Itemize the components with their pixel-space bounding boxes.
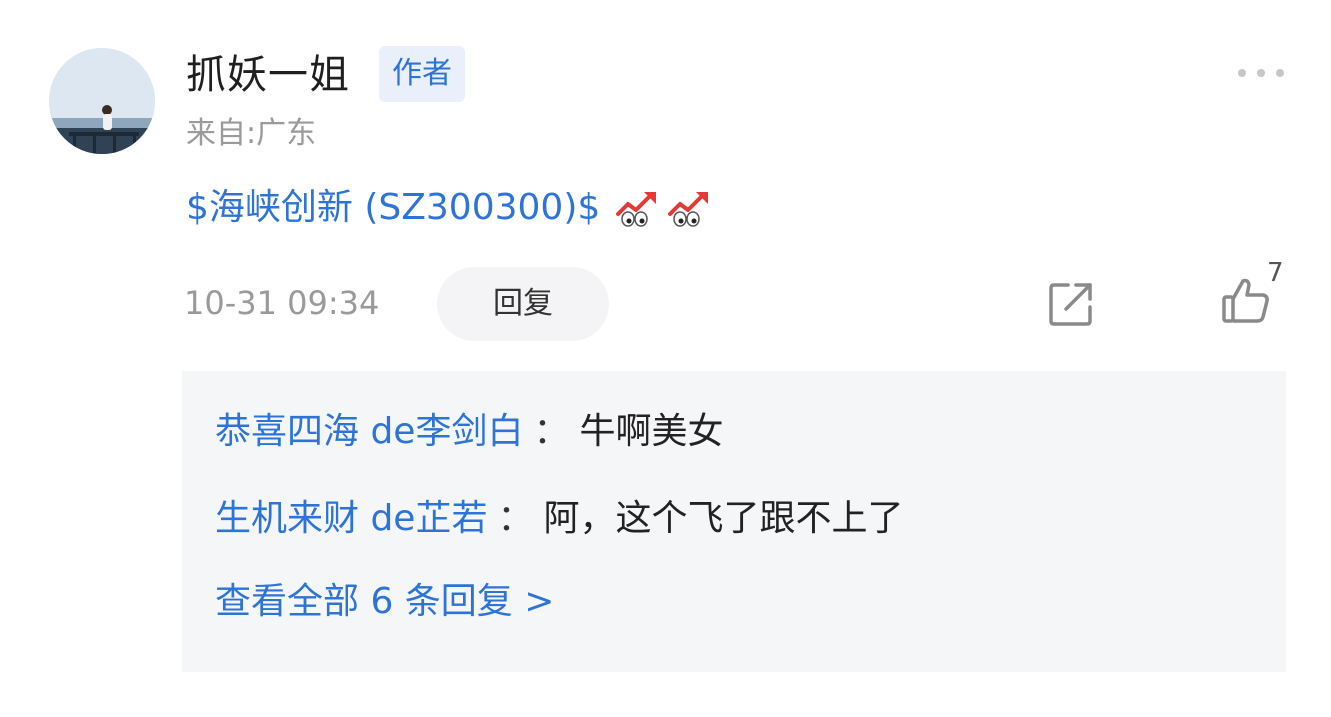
more-dots-icon[interactable]	[1236, 63, 1286, 83]
username[interactable]: 抓妖一姐	[186, 50, 350, 100]
emoji-group	[614, 188, 712, 228]
replies-panel: 恭喜四海 de李剑白：牛啊美女 生机来财 de芷若：阿，这个飞了跟不上了 查看全…	[182, 371, 1286, 672]
reply-text: 阿，这个飞了跟不上了	[543, 498, 904, 539]
reply-separator: ：	[497, 498, 534, 539]
reply-author[interactable]: 恭喜四海 de李剑白	[215, 411, 523, 452]
stock-link[interactable]: $海峡创新 (SZ300300)$	[186, 183, 600, 233]
avatar-image	[49, 48, 155, 154]
reply-author[interactable]: 生机来财 de芷若	[215, 498, 487, 539]
reply-item[interactable]: 恭喜四海 de李剑白：牛啊美女	[215, 407, 723, 457]
rising-chart-eyes-emoji	[616, 192, 657, 227]
reply-item[interactable]: 生机来财 de芷若：阿，这个飞了跟不上了	[215, 494, 903, 544]
reply-separator: ：	[533, 411, 570, 452]
post-content: $海峡创新 (SZ300300)$	[186, 183, 712, 233]
post-timestamp: 10-31 09:34	[184, 284, 380, 322]
reply-button[interactable]: 回复	[437, 267, 609, 341]
reply-text: 牛啊美女	[579, 411, 724, 452]
avatar[interactable]	[49, 48, 155, 154]
view-all-replies-link[interactable]: 查看全部 6 条回复 >	[215, 577, 554, 627]
rising-chart-eyes-emoji	[668, 192, 709, 227]
author-badge: 作者	[379, 46, 465, 102]
thumbs-up-icon[interactable]	[1220, 275, 1272, 327]
share-icon[interactable]	[1046, 279, 1096, 329]
like-count: 7	[1267, 258, 1284, 288]
location-label: 来自:广东	[186, 116, 317, 151]
comment-card: 抓妖一姐 作者 来自:广东 $海峡创新 (SZ300300)$ 10-31 09…	[0, 0, 1331, 717]
